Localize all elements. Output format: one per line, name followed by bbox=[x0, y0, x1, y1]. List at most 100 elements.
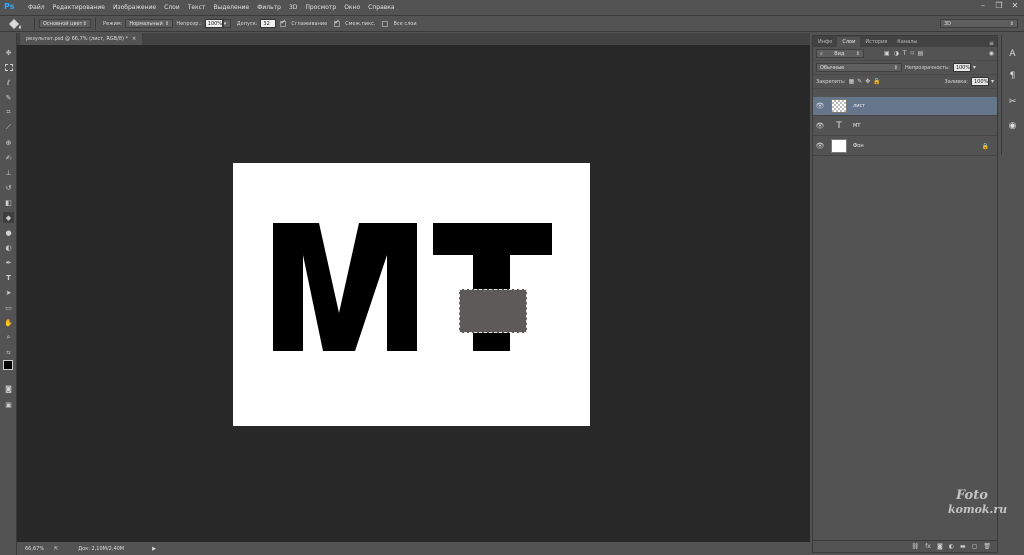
opacity-field[interactable]: 100% bbox=[204, 19, 223, 28]
share-icon[interactable]: ⇱ bbox=[54, 546, 58, 552]
shape-tool-icon[interactable]: ▭ bbox=[3, 302, 14, 313]
layer-filter-select[interactable]: ⌕ Вид ⇕ bbox=[816, 49, 864, 58]
dodge-tool-icon[interactable]: ◐ bbox=[3, 242, 14, 253]
adjustment-layer-icon[interactable]: ◐ bbox=[949, 543, 954, 550]
move-tool-icon[interactable]: ✥ bbox=[3, 47, 14, 58]
menu-view[interactable]: Просмотр bbox=[301, 4, 340, 11]
updown-icon: ⇕ bbox=[165, 20, 170, 27]
tab-history[interactable]: История bbox=[860, 37, 892, 47]
canvas-workspace[interactable]: MT bbox=[17, 45, 810, 542]
menu-filter[interactable]: Фильтр bbox=[253, 4, 285, 11]
fill-field[interactable]: 100% bbox=[970, 77, 989, 86]
watermark-logo: Foto komok.ru bbox=[930, 488, 1010, 528]
layer-row-background[interactable]: 👁 Фон 🔒 bbox=[813, 137, 997, 156]
fill-source-select[interactable]: Основной цвет ⇕ bbox=[39, 19, 91, 28]
menu-file[interactable]: Файл bbox=[24, 4, 49, 11]
tab-info[interactable]: Инфо bbox=[813, 37, 837, 47]
trash-icon[interactable]: 🗑 bbox=[983, 543, 991, 550]
layer-blend-select[interactable]: Обычные ⇕ bbox=[816, 63, 902, 72]
menu-select[interactable]: Выделение bbox=[209, 4, 253, 11]
filter-icons[interactable]: ▣◑T⌑▤ bbox=[884, 50, 927, 57]
brush-tool-icon[interactable]: ✍ bbox=[3, 152, 14, 163]
eye-icon[interactable]: 👁 bbox=[813, 122, 827, 130]
menu-type[interactable]: Текст bbox=[184, 4, 210, 11]
eye-icon[interactable]: 👁 bbox=[813, 142, 827, 150]
close-tab-icon[interactable]: × bbox=[132, 36, 136, 42]
character-panel-icon[interactable]: A bbox=[1006, 47, 1019, 60]
paint-bucket-tool-icon[interactable]: ◆ bbox=[3, 212, 14, 223]
zoom-tool-icon[interactable]: ⌕ bbox=[3, 332, 14, 343]
tab-channels[interactable]: Каналы bbox=[892, 37, 922, 47]
tool-presets-icon[interactable]: ✂ bbox=[1006, 95, 1019, 108]
lasso-tool-icon[interactable]: ℓ bbox=[3, 77, 14, 88]
document-tab[interactable]: результат.psd @ 66,7% (лист, RGB/8) * × bbox=[20, 33, 143, 45]
foreground-color-swatch[interactable] bbox=[3, 360, 13, 370]
path-select-tool-icon[interactable]: ➤ bbox=[3, 287, 14, 298]
document-canvas[interactable]: MT bbox=[233, 163, 590, 426]
healing-brush-icon[interactable]: ⊕ bbox=[3, 137, 14, 148]
minimize-icon[interactable]: – bbox=[978, 1, 988, 11]
restore-icon[interactable]: ❐ bbox=[994, 1, 1004, 11]
layer-row-list[interactable]: 👁 лист bbox=[813, 97, 997, 116]
lock-icons[interactable]: ▦✎✥🔒 bbox=[849, 78, 884, 85]
all-layers-checkbox[interactable] bbox=[382, 20, 389, 27]
workspace-select[interactable]: 3D ⇕ bbox=[940, 19, 1018, 28]
antialias-checkbox[interactable] bbox=[280, 18, 287, 27]
chevron-down-icon[interactable]: ▾ bbox=[973, 64, 976, 71]
document-tab-bar: результат.psd @ 66,7% (лист, RGB/8) * × bbox=[17, 33, 810, 45]
blur-tool-icon[interactable]: ● bbox=[3, 227, 14, 238]
tools-panel: ✥ ℓ ✎ ⌗ ⟋ ⊕ ✍ ⊥ ↺ ◧ ◆ ● ◐ ✒ T ➤ ▭ ✋ ⌕ ⇆ … bbox=[0, 33, 18, 555]
zoom-level[interactable]: 66,67% bbox=[25, 546, 44, 552]
contiguous-label: Смеж.пикс. bbox=[345, 20, 376, 27]
eraser-tool-icon[interactable]: ◧ bbox=[3, 197, 14, 208]
filter-toggle-icon[interactable]: ◉ bbox=[989, 50, 994, 57]
layer-opacity-field[interactable]: 100% bbox=[952, 63, 971, 72]
crop-tool-icon[interactable]: ⌗ bbox=[3, 107, 14, 118]
menu-3d[interactable]: 3D bbox=[285, 4, 301, 11]
ps-logo: Ps bbox=[4, 1, 15, 11]
blend-mode-select[interactable]: Нормальный ⇕ bbox=[125, 19, 174, 28]
menu-edit[interactable]: Редактирование bbox=[49, 4, 109, 11]
layer-blend-value: Обычные bbox=[820, 64, 845, 71]
stamp-tool-icon[interactable]: ⊥ bbox=[3, 167, 14, 178]
screen-mode-icon[interactable]: ▣ bbox=[3, 399, 14, 410]
link-layers-icon[interactable]: ⛓ bbox=[912, 543, 920, 550]
hand-tool-icon[interactable]: ✋ bbox=[3, 317, 14, 328]
menu-layers[interactable]: Слои bbox=[160, 4, 184, 11]
new-group-icon[interactable]: ▬ bbox=[960, 543, 966, 550]
antialias-label: Сглаживание bbox=[291, 20, 328, 27]
menu-help[interactable]: Справка bbox=[364, 4, 398, 11]
quick-mask-icon[interactable]: ◙ bbox=[3, 383, 14, 394]
pen-tool-icon[interactable]: ✒ bbox=[3, 257, 14, 268]
eye-icon[interactable]: 👁 bbox=[813, 102, 827, 110]
panel-menu-icon[interactable]: ≡ bbox=[989, 40, 994, 47]
eyedropper-tool-icon[interactable]: ⟋ bbox=[3, 122, 14, 133]
paragraph-panel-icon[interactable]: ¶ bbox=[1006, 69, 1019, 82]
adjustments-icon[interactable]: ◉ bbox=[1006, 119, 1019, 132]
new-layer-icon[interactable]: ▢ bbox=[972, 543, 978, 550]
contiguous-checkbox[interactable] bbox=[334, 18, 341, 27]
tab-layers[interactable]: Слои bbox=[837, 37, 861, 47]
history-brush-icon[interactable]: ↺ bbox=[3, 182, 14, 193]
tool-preset-picker[interactable] bbox=[0, 16, 30, 31]
chevron-down-icon[interactable]: ▾ bbox=[991, 78, 994, 85]
status-menu-arrow-icon[interactable]: ▶ bbox=[152, 546, 156, 552]
layer-row-text[interactable]: 👁 T МТ bbox=[813, 117, 997, 136]
updown-icon: ⇕ bbox=[893, 64, 898, 71]
menu-image[interactable]: Изображение bbox=[109, 4, 160, 11]
opacity-slider-toggle[interactable]: ▾ bbox=[222, 19, 231, 28]
fx-icon[interactable]: fx bbox=[925, 543, 931, 550]
selected-gray-patch[interactable] bbox=[459, 289, 527, 333]
layer-name: лист bbox=[853, 103, 866, 109]
type-tool-icon[interactable]: T bbox=[3, 272, 14, 283]
close-icon[interactable]: ✕ bbox=[1010, 1, 1020, 11]
menu-window[interactable]: Окно bbox=[340, 4, 364, 11]
swap-colors-icon[interactable]: ⇆ bbox=[3, 347, 14, 358]
mode-label: Режим: bbox=[103, 20, 123, 27]
tolerance-field[interactable]: 32 bbox=[260, 19, 277, 28]
watermark-line1: Foto bbox=[956, 488, 988, 503]
quick-select-tool-icon[interactable]: ✎ bbox=[3, 92, 14, 103]
marquee-tool-icon[interactable] bbox=[3, 62, 14, 73]
add-mask-icon[interactable]: ◙ bbox=[937, 543, 943, 550]
menu-bar: Ps Файл Редактирование Изображение Слои … bbox=[0, 0, 1024, 15]
